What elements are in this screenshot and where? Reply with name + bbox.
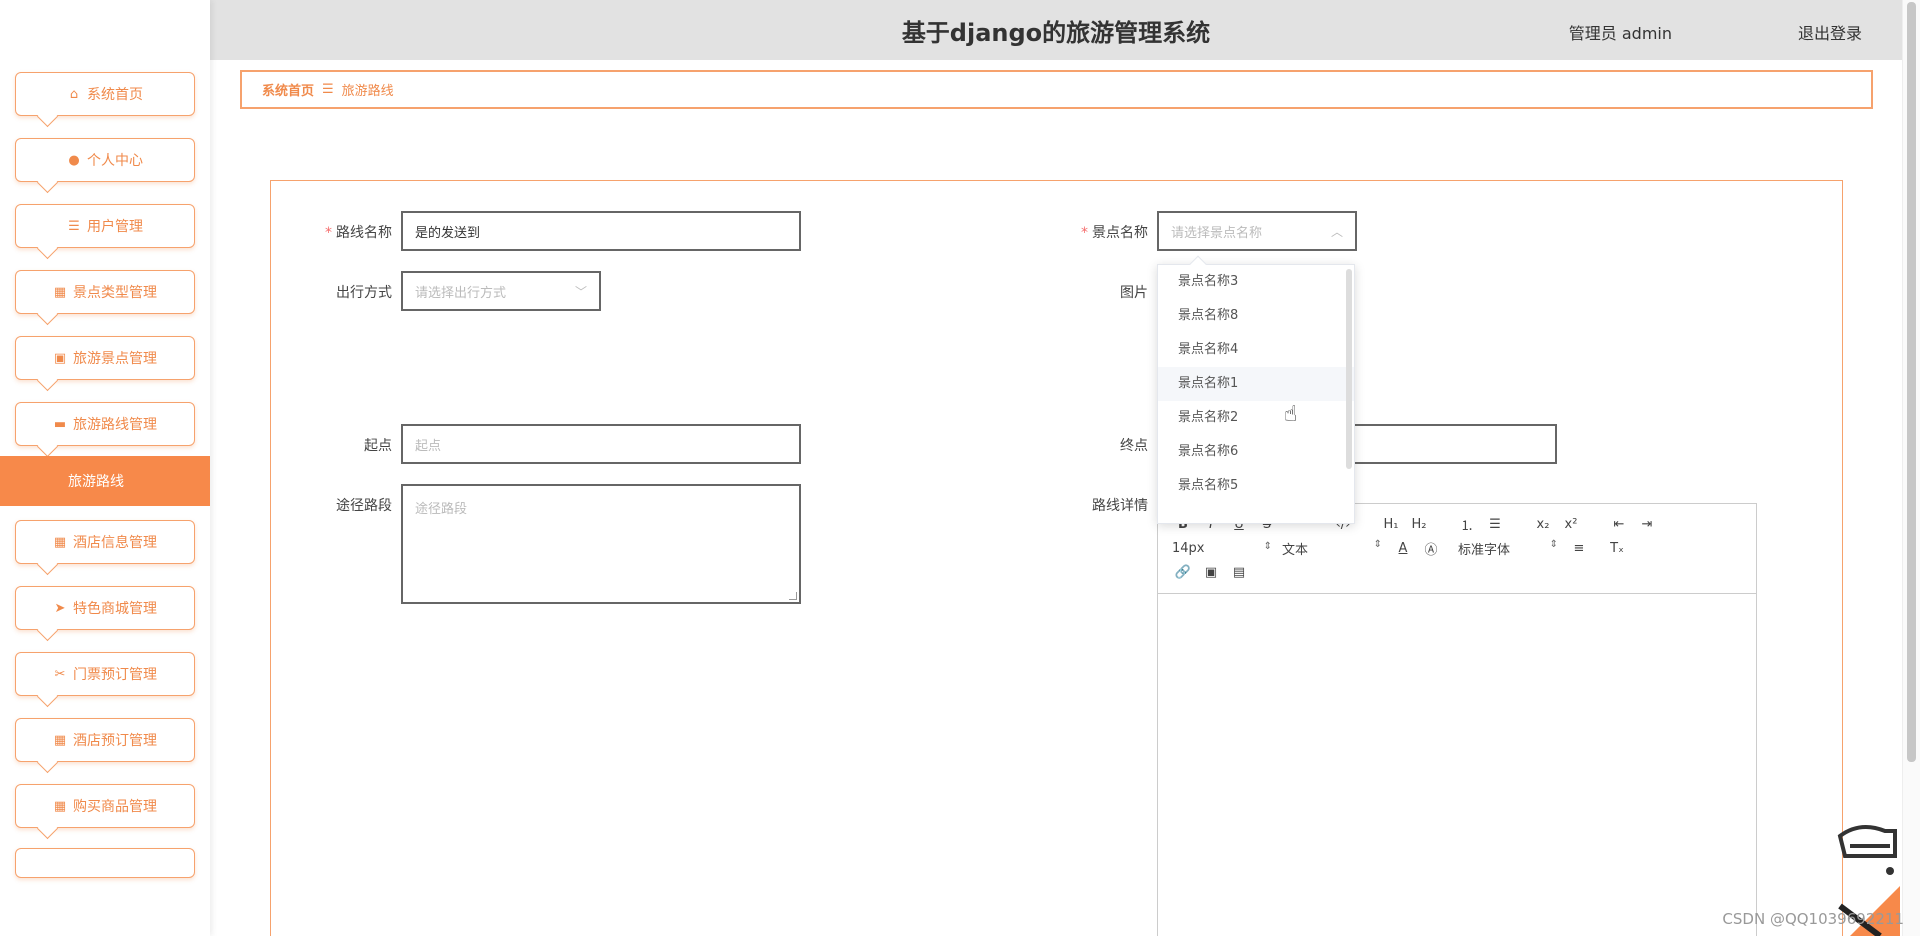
- spot-name-dropdown: 景点名称3 景点名称8 景点名称4 景点名称1 景点名称2 景点名称6 景点名称…: [1157, 264, 1355, 524]
- bullet-list-icon[interactable]: ☰: [1484, 517, 1506, 532]
- indent-icon[interactable]: ⇥: [1636, 517, 1658, 532]
- rich-text-editor[interactable]: B I U S ❞ ‹/› H₁ H₂ ⒈ ☰ x₂ x² ⇤ ⇥ 14px ⇕ …: [1157, 503, 1757, 936]
- sidebar-item-users[interactable]: ☰ 用户管理: [15, 204, 195, 248]
- sidebar-item-purchases[interactable]: ▦ 购买商品管理: [15, 784, 195, 828]
- dropdown-option[interactable]: 景点名称8: [1158, 299, 1354, 333]
- home-icon: ⌂: [69, 86, 79, 102]
- sidebar-item-routes[interactable]: ▬ 旅游路线管理: [15, 402, 195, 446]
- spot-name-select[interactable]: 请选择景点名称 ︿: [1157, 211, 1357, 251]
- waypoints-label: 途径路段: [336, 498, 392, 514]
- dropdown-option[interactable]: 景点名称6: [1158, 435, 1354, 469]
- travel-mode-placeholder: 请选择出行方式: [415, 285, 507, 301]
- sidebar-item-profile[interactable]: ● 个人中心: [15, 138, 195, 182]
- font-family-select[interactable]: 标准字体 ⇕: [1458, 539, 1558, 558]
- video-icon[interactable]: ▤: [1228, 565, 1250, 580]
- watermark: CSDN @QQ1039692211: [1722, 910, 1904, 928]
- resize-grip-icon[interactable]: [789, 592, 797, 600]
- sidebar-item-shop[interactable]: ➤ 特色商城管理: [15, 586, 195, 630]
- dropdown-scrollbar[interactable]: [1346, 269, 1352, 469]
- grid-icon: ▦: [53, 284, 67, 300]
- text-type-select[interactable]: 文本 ⇕: [1282, 539, 1382, 558]
- heading2-icon[interactable]: H₂: [1408, 517, 1430, 532]
- sidebar-item-label: 酒店信息管理: [73, 535, 157, 551]
- sidebar-subitem-route[interactable]: 旅游路线: [0, 456, 210, 506]
- end-label: 终点: [1120, 438, 1148, 454]
- sidebar-item-hotels[interactable]: ▦ 酒店信息管理: [15, 520, 195, 564]
- start-label: 起点: [364, 438, 392, 454]
- spot-name-placeholder: 请选择景点名称: [1171, 225, 1263, 241]
- sidebar-item-label: 购买商品管理: [73, 799, 157, 815]
- breadcrumb-home[interactable]: 系统首页: [262, 80, 314, 99]
- spot-name-label: * 景点名称: [1081, 225, 1148, 241]
- grid-icon: ▦: [53, 534, 67, 550]
- dropdown-option[interactable]: 景点名称5: [1158, 469, 1354, 503]
- font-size-select[interactable]: 14px ⇕: [1172, 541, 1272, 556]
- sidebar-item-label: 系统首页: [87, 87, 143, 103]
- sidebar-item-label: 旅游路线管理: [73, 417, 157, 433]
- sidebar-item-home[interactable]: ⌂ 系统首页: [15, 72, 195, 116]
- sidebar-item-label: 旅游景点管理: [73, 351, 157, 367]
- grid-icon: ▦: [53, 798, 67, 814]
- ticket-icon: ✂: [54, 666, 66, 682]
- clear-format-icon[interactable]: Tₓ: [1606, 541, 1628, 556]
- start-input[interactable]: 起点: [401, 424, 801, 464]
- list-icon: ☰: [68, 218, 80, 234]
- route-name-input[interactable]: 是的发送到: [401, 211, 801, 251]
- waypoints-placeholder: 途径路段: [415, 502, 468, 517]
- heading1-icon[interactable]: H₁: [1380, 517, 1402, 532]
- sidebar-item-label: 景点类型管理: [73, 285, 157, 301]
- sidebar: ⌂ 系统首页 ● 个人中心 ☰ 用户管理 ▦ 景点类型管理 ▣ 旅游景点管理 ▬ 旅游路线管…: [0, 0, 210, 936]
- required-mark: *: [1081, 225, 1088, 241]
- updown-icon: ⇕: [1549, 538, 1558, 550]
- align-icon[interactable]: ≡: [1568, 541, 1590, 556]
- logout-link[interactable]: 退出登录: [1798, 20, 1862, 44]
- send-icon: ➤: [54, 600, 66, 616]
- updown-icon: ⇕: [1373, 538, 1382, 550]
- clipboard-icon: ▣: [53, 350, 67, 366]
- ordered-list-icon[interactable]: ⒈: [1456, 515, 1478, 534]
- table-icon: ▦: [53, 732, 67, 748]
- dropdown-option[interactable]: 景点名称4: [1158, 333, 1354, 367]
- breadcrumb-separator-icon: ☰: [322, 82, 334, 97]
- admin-label: 管理员 admin: [1568, 24, 1672, 43]
- scrollbar-thumb[interactable]: [1907, 2, 1916, 762]
- sidebar-item-label: 个人中心: [87, 153, 143, 169]
- travel-mode-label: 出行方式: [336, 285, 392, 301]
- chevron-up-icon: ︿: [1330, 225, 1343, 239]
- breadcrumb-current: 旅游路线: [341, 84, 394, 99]
- link-icon[interactable]: 🔗: [1172, 565, 1194, 580]
- sidebar-item-label: 酒店预订管理: [73, 733, 157, 749]
- dropdown-option[interactable]: 景点名称3: [1158, 265, 1354, 299]
- sidebar-item-hotel-booking[interactable]: ▦ 酒店预订管理: [15, 718, 195, 762]
- breadcrumb: 系统首页 ☰ 旅游路线: [240, 70, 1873, 109]
- route-name-label: * 路线名称: [325, 225, 392, 241]
- details-label: 路线详情: [1092, 498, 1148, 514]
- dropdown-option[interactable]: 景点名称2: [1158, 401, 1354, 435]
- user-icon: ●: [68, 152, 80, 168]
- sidebar-item-spots[interactable]: ▣ 旅游景点管理: [15, 336, 195, 380]
- sidebar-item-label: 门票预订管理: [73, 667, 157, 683]
- sidebar-item-label: 用户管理: [87, 219, 143, 235]
- dropdown-option-hovered[interactable]: 景点名称1: [1158, 367, 1354, 401]
- sidebar-item-spot-types[interactable]: ▦ 景点类型管理: [15, 270, 195, 314]
- superscript-icon[interactable]: x²: [1560, 517, 1582, 532]
- outdent-icon[interactable]: ⇤: [1608, 517, 1630, 532]
- travel-mode-select[interactable]: 请选择出行方式 ﹀: [401, 271, 601, 311]
- sidebar-item-label: 特色商城管理: [73, 601, 157, 617]
- page-scrollbar[interactable]: [1902, 0, 1920, 936]
- chevron-down-icon: ﹀: [574, 285, 587, 299]
- updown-icon: ⇕: [1263, 540, 1272, 552]
- waypoints-textarea[interactable]: 途径路段: [401, 484, 801, 604]
- sidebar-item-tickets[interactable]: ✂ 门票预订管理: [15, 652, 195, 696]
- header: 基于django的旅游管理系统 管理员 admin 退出登录: [210, 0, 1902, 60]
- required-mark: *: [325, 225, 332, 241]
- image-label: 图片: [1120, 285, 1148, 301]
- subscript-icon[interactable]: x₂: [1532, 517, 1554, 532]
- message-icon: ▬: [53, 416, 67, 432]
- image-icon[interactable]: ▣: [1200, 565, 1222, 580]
- background-color-icon[interactable]: Ⓐ: [1420, 539, 1442, 558]
- sidebar-item-more[interactable]: [15, 848, 195, 878]
- font-color-icon[interactable]: A: [1392, 541, 1414, 556]
- hand-cursor-icon: ☝: [1284, 402, 1298, 427]
